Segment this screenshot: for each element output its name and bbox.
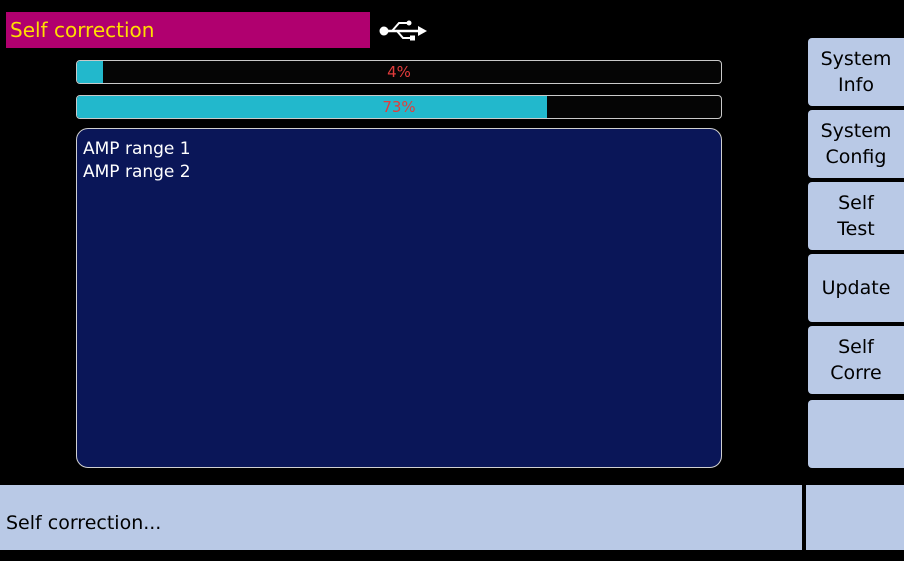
log-line: AMP range 1 (83, 139, 191, 159)
usb-icon (379, 20, 427, 41)
progress-label: 4% (387, 63, 411, 81)
status-bar: Self correction... (0, 485, 802, 550)
log-panel: AMP range 1 AMP range 2 (76, 128, 722, 468)
system-info-button[interactable]: System Info (808, 38, 904, 106)
progress-bar-overall: 4% (76, 60, 722, 84)
empty-softkey-button[interactable] (808, 400, 904, 468)
update-button[interactable]: Update (808, 254, 904, 322)
system-config-button[interactable]: System Config (808, 110, 904, 178)
status-bar-right (806, 485, 904, 550)
self-correction-button[interactable]: Self Corre (808, 326, 904, 394)
progress-bar-current: 73% (76, 95, 722, 119)
screen-title: Self correction (6, 12, 370, 48)
progress-label: 73% (382, 98, 416, 116)
log-line: AMP range 2 (83, 162, 191, 182)
self-test-button[interactable]: Self Test (808, 182, 904, 250)
